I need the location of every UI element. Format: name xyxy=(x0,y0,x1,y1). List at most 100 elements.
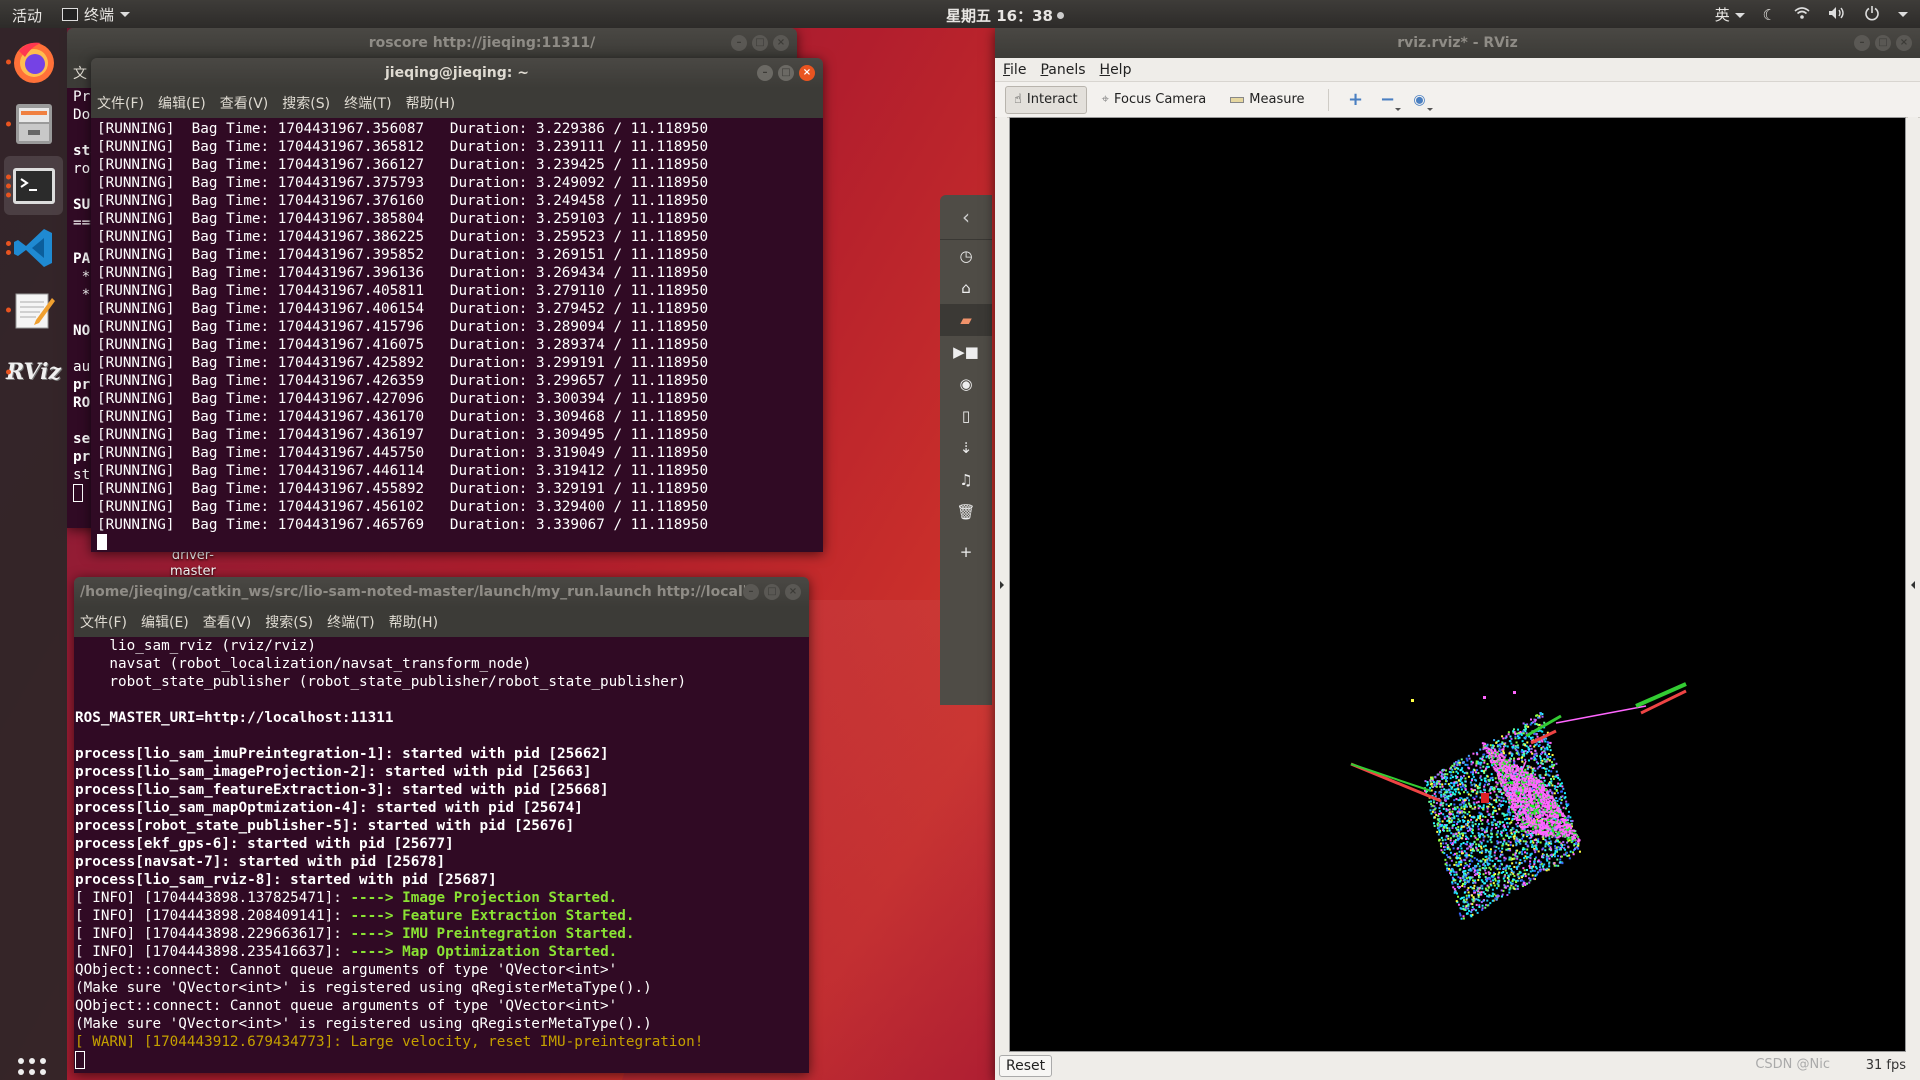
minimize-button[interactable]: – xyxy=(731,35,747,51)
point xyxy=(1461,816,1464,819)
plus-icon[interactable]: + xyxy=(940,536,992,568)
terminal-output[interactable]: [RUNNING] Bag Time: 1704431967.356087 Du… xyxy=(91,118,823,552)
night-light-icon[interactable]: ☾ xyxy=(1763,6,1776,24)
point xyxy=(1542,825,1545,828)
back-button[interactable]: ‹ xyxy=(940,195,992,240)
menu-file[interactable]: 文 xyxy=(73,63,87,83)
app-menu[interactable]: 终端 xyxy=(62,4,131,25)
menu-file[interactable]: File xyxy=(1003,62,1026,78)
minimize-button[interactable]: – xyxy=(757,65,773,81)
minimize-button[interactable]: – xyxy=(1854,35,1870,51)
menu-item[interactable]: 终端(T) xyxy=(327,612,374,632)
add-tool-button[interactable]: + xyxy=(1343,87,1369,113)
music-icon[interactable]: ♫ xyxy=(940,464,992,496)
focus-camera-tool-button[interactable]: ⌖ Focus Camera xyxy=(1093,86,1216,114)
point xyxy=(1489,777,1492,780)
menu-item[interactable]: 编辑(E) xyxy=(141,612,189,632)
point xyxy=(1492,806,1495,809)
folder-icon[interactable]: ▰ xyxy=(940,304,992,336)
chevron-down-icon[interactable] xyxy=(1898,12,1908,17)
point xyxy=(1561,825,1564,828)
minimize-button[interactable]: – xyxy=(743,584,759,600)
dock-item-terminal[interactable] xyxy=(4,156,63,215)
show-applications-icon[interactable] xyxy=(18,1058,46,1080)
desktop-icon-label[interactable]: driver- master xyxy=(170,548,216,580)
menu-item[interactable]: 搜索(S) xyxy=(265,612,313,632)
point xyxy=(1457,856,1460,859)
volume-icon[interactable] xyxy=(1828,6,1846,24)
dock-item-firefox[interactable] xyxy=(4,32,63,91)
close-button[interactable]: × xyxy=(785,584,801,600)
window-titlebar[interactable]: roscore http://jieqing:11311/ – □ × xyxy=(67,28,797,58)
remove-tool-button[interactable]: − xyxy=(1375,87,1401,113)
notepad-pencil-icon xyxy=(15,293,55,328)
maximize-button[interactable]: □ xyxy=(752,35,768,51)
maximize-button[interactable]: □ xyxy=(764,584,780,600)
download-icon[interactable]: ⇣ xyxy=(940,432,992,464)
menu-item[interactable]: 帮助(H) xyxy=(406,93,455,113)
power-icon[interactable] xyxy=(1864,5,1880,25)
recent-icon[interactable]: ◷ xyxy=(940,240,992,272)
video-icon[interactable]: ▶■ xyxy=(940,336,992,368)
point xyxy=(1449,777,1452,780)
close-button[interactable]: × xyxy=(773,35,789,51)
3d-viewport[interactable] xyxy=(1009,117,1906,1052)
close-button[interactable]: × xyxy=(1896,35,1912,51)
menu-item[interactable]: 文件(F) xyxy=(80,612,127,632)
close-button[interactable]: × xyxy=(799,65,815,81)
point xyxy=(1525,815,1528,818)
menu-item[interactable]: 终端(T) xyxy=(344,93,391,113)
menu-panels[interactable]: Panels xyxy=(1040,62,1085,78)
launch-terminal-window[interactable]: /home/jieqing/catkin_ws/src/lio-sam-note… xyxy=(74,577,809,1073)
interact-tool-button[interactable]: ☝ Interact xyxy=(1005,85,1087,114)
home-icon[interactable]: ⌂ xyxy=(940,272,992,304)
left-panel-splitter[interactable] xyxy=(997,117,1007,1052)
point xyxy=(1544,753,1547,756)
dock-item-files[interactable] xyxy=(4,94,63,153)
menu-item[interactable]: 搜索(S) xyxy=(282,93,330,113)
point xyxy=(1454,839,1457,842)
point xyxy=(1525,813,1528,816)
jieqing-terminal-window[interactable]: jieqing@jieqing: ~ – □ × 文件(F) 编辑(E) 查看(V)… xyxy=(91,58,823,552)
point xyxy=(1464,832,1467,835)
point xyxy=(1469,849,1472,852)
document-icon[interactable]: ▯ xyxy=(940,400,992,432)
point xyxy=(1538,744,1541,747)
maximize-button[interactable]: □ xyxy=(1875,35,1891,51)
menu-item[interactable]: 文件(F) xyxy=(97,93,144,113)
trash-icon[interactable]: 🗑 xyxy=(940,496,992,528)
dock-item-vscode[interactable] xyxy=(4,218,63,277)
point xyxy=(1460,837,1463,840)
menu-item[interactable]: 查看(V) xyxy=(203,612,252,632)
point xyxy=(1499,764,1502,767)
clock[interactable]: 星期五 16：38 xyxy=(946,5,1064,26)
point xyxy=(1466,827,1469,830)
point xyxy=(1515,794,1518,797)
reset-button[interactable]: Reset xyxy=(999,1055,1053,1077)
window-titlebar[interactable]: /home/jieqing/catkin_ws/src/lio-sam-note… xyxy=(74,577,809,607)
maximize-button[interactable]: □ xyxy=(778,65,794,81)
window-titlebar[interactable]: rviz.rviz* - RViz – □ × xyxy=(995,28,1920,58)
dock-item-rviz[interactable]: RViz xyxy=(4,342,63,401)
terminal-line: ROS_MASTER_URI=http://localhost:11311 xyxy=(75,710,394,726)
activities-button[interactable]: 活动 xyxy=(12,5,42,26)
point xyxy=(1535,743,1538,746)
measure-tool-button[interactable]: Measure xyxy=(1221,86,1313,114)
input-method-indicator[interactable]: 英 xyxy=(1715,4,1745,25)
view-tool-button[interactable]: ◉ xyxy=(1407,87,1433,113)
menu-item[interactable]: 帮助(H) xyxy=(389,612,438,632)
window-titlebar[interactable]: jieqing@jieqing: ~ – □ × xyxy=(91,58,823,88)
menu-item[interactable]: 查看(V) xyxy=(220,93,269,113)
dock-item-text-editor[interactable] xyxy=(4,280,63,339)
point xyxy=(1571,819,1574,822)
wifi-icon[interactable] xyxy=(1794,6,1810,24)
point xyxy=(1547,827,1550,830)
point xyxy=(1475,801,1478,804)
menu-item[interactable]: 编辑(E) xyxy=(158,93,206,113)
rviz-window[interactable]: rviz.rviz* - RViz – □ × File Panels Help… xyxy=(995,28,1920,1080)
camera-icon[interactable]: ◉ xyxy=(940,368,992,400)
menu-help[interactable]: Help xyxy=(1100,62,1132,78)
system-tray[interactable]: 英 ☾ xyxy=(1715,4,1908,25)
terminal-output[interactable]: lio_sam_rviz (rviz/rviz) navsat (robot_l… xyxy=(74,637,809,1073)
right-panel-splitter[interactable] xyxy=(1908,117,1918,1052)
